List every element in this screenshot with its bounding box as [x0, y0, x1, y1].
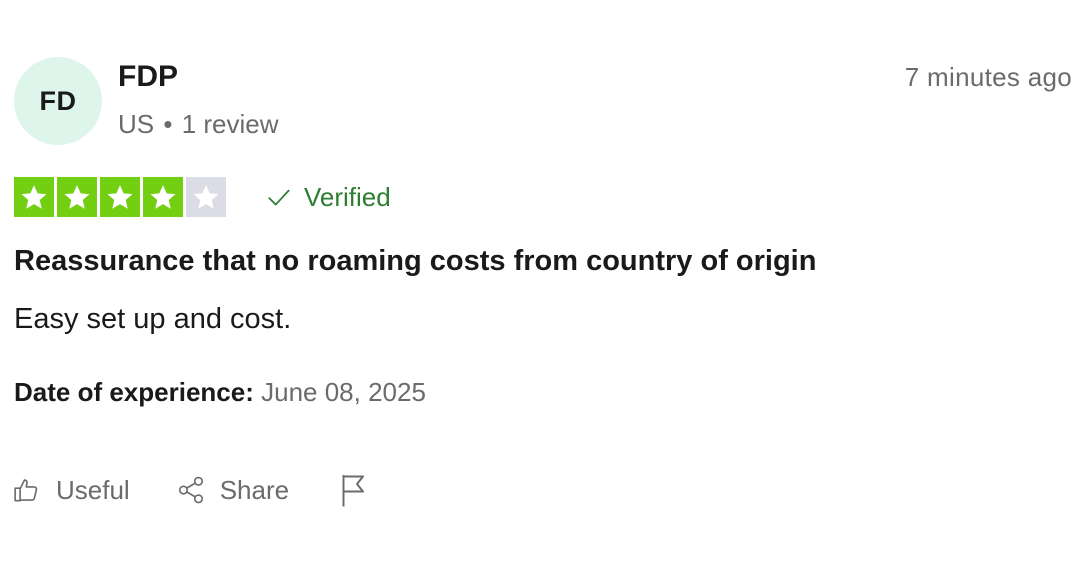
verified-label: Verified [304, 182, 391, 212]
review-card: FD FDP US • 1 review 7 minutes ago Verif… [0, 0, 1086, 568]
star-rating [14, 177, 226, 217]
verified-badge[interactable]: Verified [266, 181, 391, 213]
review-timestamp: 7 minutes ago [904, 62, 1072, 92]
review-title[interactable]: Reassurance that no roaming costs from c… [14, 243, 816, 279]
date-label: Date of experience: [14, 377, 254, 407]
useful-button[interactable]: Useful [12, 475, 130, 506]
date-of-experience: Date of experience: June 08, 2025 [14, 376, 426, 408]
share-icon [178, 476, 203, 504]
thumbs-up-icon [14, 479, 38, 502]
date-value: June 08, 2025 [261, 377, 426, 407]
avatar-initials: FD [39, 85, 77, 116]
useful-label: Useful [56, 474, 130, 505]
star-5-icon [186, 177, 226, 217]
meta-separator: • [163, 109, 173, 139]
star-3-icon [100, 177, 140, 217]
review-body: Easy set up and cost. [14, 303, 292, 335]
reviewer-name[interactable]: FDP [118, 59, 178, 95]
reviewer-meta: US • 1 review [118, 108, 279, 140]
flag-icon [342, 475, 365, 507]
share-label: Share [219, 474, 290, 505]
star-2-icon [57, 177, 97, 217]
report-button[interactable] [339, 472, 369, 508]
star-4-icon [143, 177, 183, 217]
reviewer-country: US [118, 109, 155, 139]
check-icon [268, 189, 290, 206]
reviewer-review-count: 1 review [181, 109, 279, 139]
share-button[interactable]: Share [176, 475, 289, 506]
star-1-icon [14, 177, 54, 217]
review-actions: Useful Share [12, 472, 369, 508]
avatar[interactable]: FD [14, 57, 102, 145]
